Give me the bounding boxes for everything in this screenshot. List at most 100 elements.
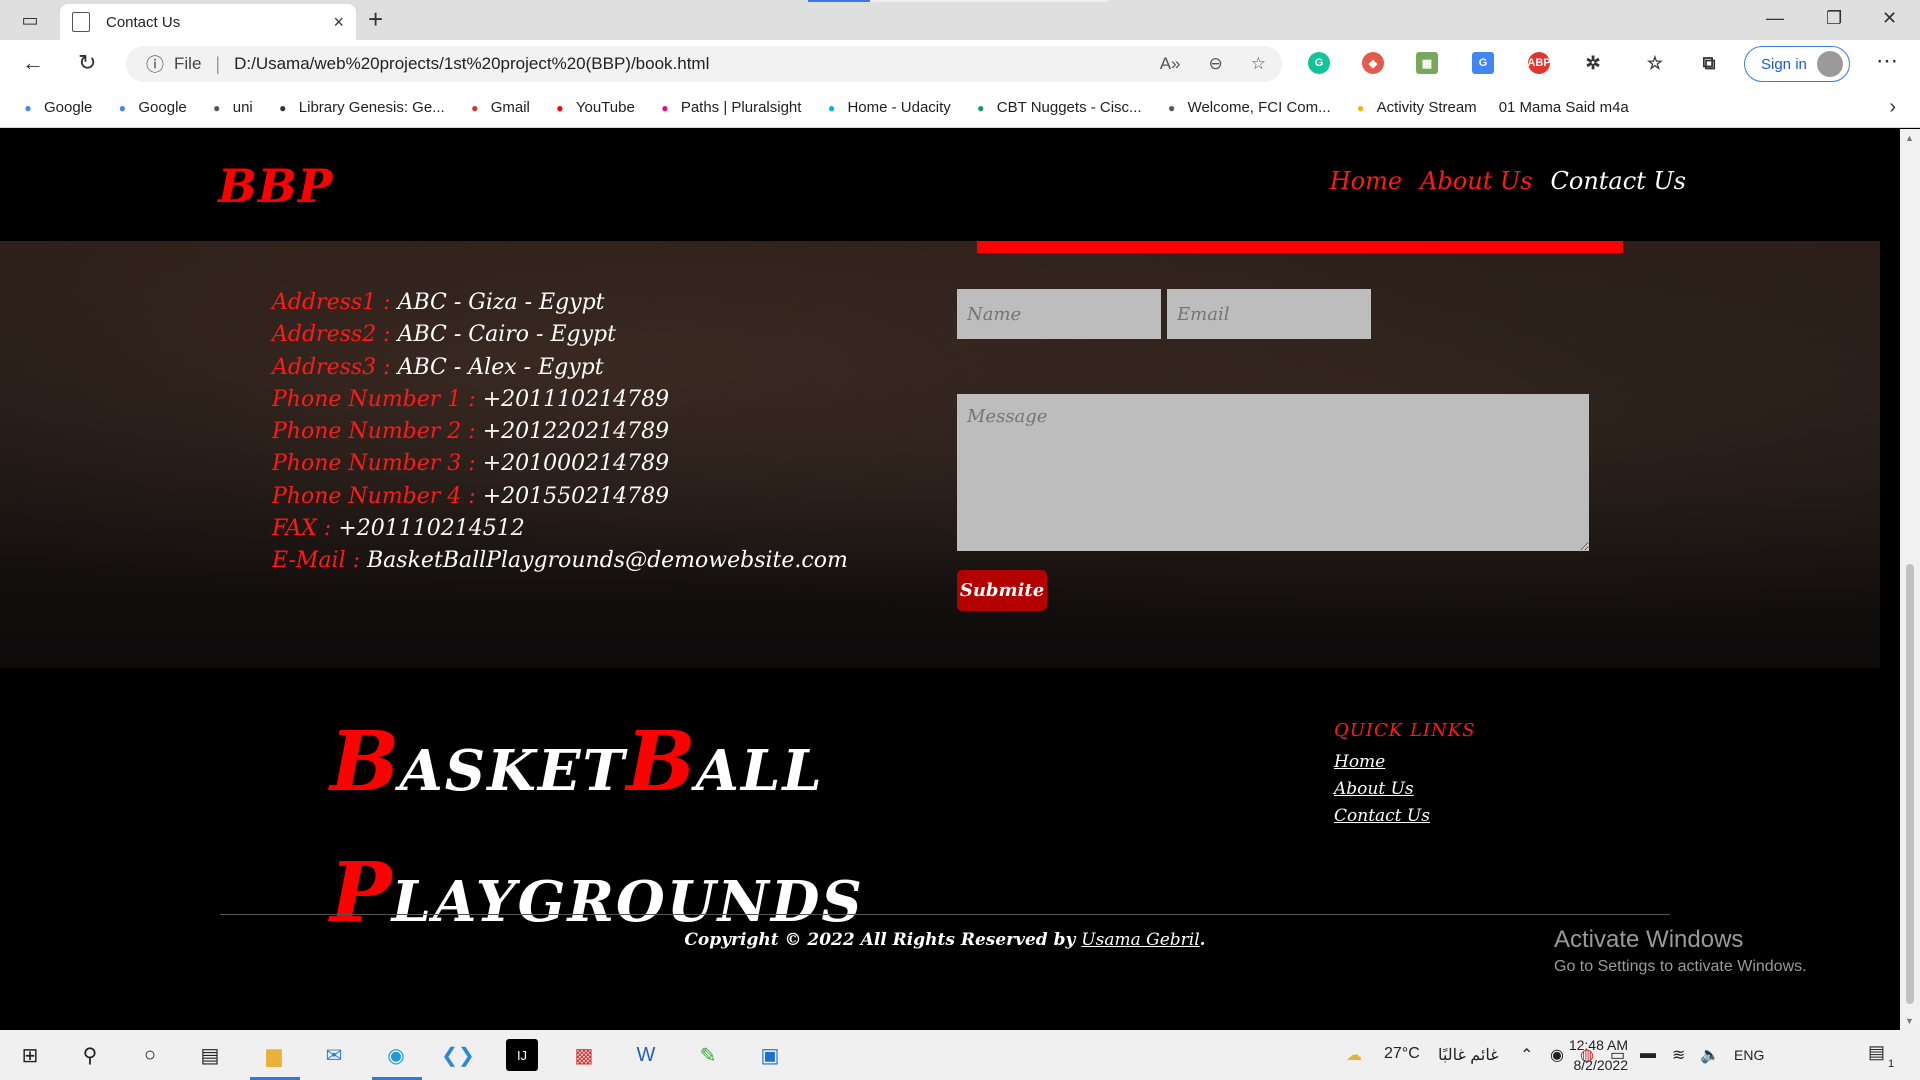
weather-text[interactable]: غائم غالبًا [1438, 1045, 1499, 1065]
tab-close-icon[interactable]: × [333, 12, 344, 33]
intellij-icon[interactable]: IJ [506, 1039, 538, 1071]
quick-link-home[interactable]: Home [1334, 749, 1476, 776]
windows-start-icon[interactable]: ⊞ [14, 1039, 46, 1071]
wifi-icon[interactable]: ≋ [1672, 1045, 1685, 1065]
winrar-icon[interactable]: ▩ [568, 1039, 600, 1071]
message-field[interactable] [957, 394, 1589, 551]
volume-icon[interactable]: 🔈 [1700, 1045, 1720, 1065]
tool-app-icon[interactable]: ✎ [692, 1039, 724, 1071]
tab-actions-icon[interactable]: ▭ [14, 8, 46, 32]
contact-value: ABC - Alex - Egypt [397, 354, 604, 380]
zoom-icon[interactable]: ⊖ [1209, 54, 1223, 74]
notification-icon[interactable]: ▤ [1868, 1042, 1885, 1063]
page-scrollbar[interactable]: ▲ ▼ [1900, 129, 1920, 1030]
bookmark-item[interactable]: 01 Mama Said m4a [1499, 99, 1629, 116]
search-icon[interactable]: ⚲ [74, 1039, 106, 1071]
page-icon [72, 12, 90, 32]
scroll-thumb[interactable] [1906, 564, 1914, 1004]
quick-link-about-us[interactable]: About Us [1334, 776, 1476, 803]
close-window-icon[interactable]: ✕ [1882, 8, 1897, 29]
scroll-up-icon[interactable]: ▲ [1905, 133, 1914, 143]
clock[interactable]: 12:48 AM 8/2/2022 [1528, 1035, 1628, 1075]
contact-value: BasketBallPlaygrounds@demowebsite.com [367, 548, 848, 574]
vscode-icon[interactable]: ❮❯ [441, 1039, 475, 1071]
scroll-down-icon[interactable]: ▼ [1905, 1016, 1914, 1026]
quick-links-title: QUICK LINKS [1334, 720, 1476, 741]
sign-in-label: Sign in [1761, 55, 1807, 73]
task-view-icon[interactable]: ▤ [194, 1039, 226, 1071]
nav-home[interactable]: Home [1330, 167, 1402, 195]
bookmark-item[interactable]: ● Paths | Pluralsight [657, 99, 801, 116]
contact-row: Phone Number 4 : +201550214789 [272, 481, 848, 513]
grammarly-icon[interactable]: G [1308, 52, 1330, 74]
extensions-icon[interactable]: ✲ [1582, 52, 1604, 74]
footer-logo-segment: LAYGROUNDS [391, 869, 864, 935]
file-explorer-icon[interactable]: ▆ [258, 1039, 290, 1071]
bookmark-item[interactable]: ● uni [209, 99, 253, 116]
translate-icon[interactable]: G [1472, 52, 1494, 74]
info-icon[interactable]: ⓘ [146, 51, 164, 77]
restore-icon[interactable]: ❐ [1826, 8, 1842, 29]
bookmark-item[interactable]: ● Welcome, FCI Com... [1164, 99, 1331, 116]
site-logo[interactable]: BBP [218, 159, 333, 213]
activate-windows-watermark: Activate Windows Go to Settings to activ… [1554, 926, 1807, 976]
store-icon[interactable]: ▣ [754, 1039, 786, 1071]
contact-label: Address1 : [272, 290, 398, 315]
url-separator: | [215, 53, 221, 74]
bookmark-item[interactable]: ● Google [20, 99, 92, 116]
drive-icon: ● [977, 100, 985, 115]
favorites-icon[interactable]: ☆ [1644, 52, 1666, 74]
nav-about-us[interactable]: About Us [1420, 167, 1532, 195]
name-field[interactable] [957, 289, 1161, 339]
bookmarks-bar: ● Google ● Google ● uni ● Library Genesis: Ge..… [0, 88, 1920, 128]
url-field[interactable]: ⓘ File | D:/Usama/web%20projects/1st%20p… [126, 46, 1282, 82]
email-field[interactable] [1167, 289, 1371, 339]
footer-logo-line1: BASKETBALL [330, 708, 864, 839]
mail-icon[interactable]: ✉ [318, 1039, 350, 1071]
adblock-icon[interactable]: ABP [1527, 52, 1551, 74]
tab-title: Contact Us [106, 13, 181, 31]
add-favorite-icon[interactable]: ☆ [1251, 54, 1266, 74]
bookmark-item[interactable]: ● YouTube [552, 99, 635, 116]
footer-logo-segment: ASKET [399, 738, 627, 804]
weather-icon[interactable]: ☁ [1346, 1045, 1362, 1065]
back-icon[interactable]: ← [22, 50, 44, 76]
bookmark-item[interactable]: ● Gmail [467, 99, 530, 116]
calculator-extension-icon[interactable]: ▦ [1416, 52, 1438, 74]
chevron-right-icon[interactable]: › [1889, 96, 1896, 119]
edge-icon[interactable]: ◉ [380, 1039, 412, 1071]
copyright-author-link[interactable]: Usama Gebril [1081, 930, 1199, 950]
shield-extension-icon[interactable]: ◆ [1362, 52, 1384, 74]
weather-temp[interactable]: 27°C [1384, 1045, 1420, 1063]
bookmark-label: YouTube [575, 99, 635, 116]
nav-contact-us[interactable]: Contact Us [1551, 167, 1686, 195]
word-icon[interactable]: W [630, 1039, 662, 1071]
submit-button[interactable]: Submite [957, 570, 1047, 611]
refresh-icon[interactable]: ↻ [78, 50, 96, 76]
uni-icon: ● [213, 100, 221, 115]
more-menu-icon[interactable]: ⋯ [1876, 48, 1898, 74]
copyright-text: Copyright © 2022 All Rights Reserved by [684, 930, 1082, 950]
browser-tab-active[interactable]: Contact Us × [60, 4, 356, 40]
quick-link-contact-us[interactable]: Contact Us [1334, 803, 1476, 830]
bookmark-item[interactable]: ● Library Genesis: Ge... [275, 99, 445, 116]
collections-icon[interactable]: ⧉ [1698, 52, 1720, 74]
contact-label: E-Mail : [272, 548, 368, 574]
battery-icon[interactable]: ▬ [1640, 1045, 1656, 1063]
bookmark-item[interactable]: ● Activity Stream [1353, 99, 1477, 116]
bookmark-item[interactable]: ● Home - Udacity [823, 99, 951, 116]
watermark-title: Activate Windows [1554, 926, 1744, 953]
bookmark-list: ● Google ● Google ● uni ● Library Genesis: Ge..… [20, 99, 1651, 116]
language-indicator[interactable]: ENG [1734, 1047, 1764, 1063]
cortana-icon[interactable]: ○ [134, 1039, 166, 1071]
bookmark-item[interactable]: ● Google [114, 99, 187, 116]
pluralsight-icon: ● [661, 100, 669, 115]
contact-value: ABC - Giza - Egypt [397, 290, 605, 315]
new-tab-button[interactable]: + [368, 6, 383, 32]
url-text[interactable]: D:/Usama/web%20projects/1st%20project%20… [234, 54, 1160, 74]
minimize-icon[interactable]: — [1766, 8, 1784, 29]
sign-in-button[interactable]: Sign in [1744, 46, 1850, 82]
read-aloud-icon[interactable]: A» [1160, 54, 1181, 74]
contact-value: ABC - Cairo - Egypt [397, 322, 616, 348]
bookmark-item[interactable]: ● CBT Nuggets - Cisc... [973, 99, 1141, 116]
